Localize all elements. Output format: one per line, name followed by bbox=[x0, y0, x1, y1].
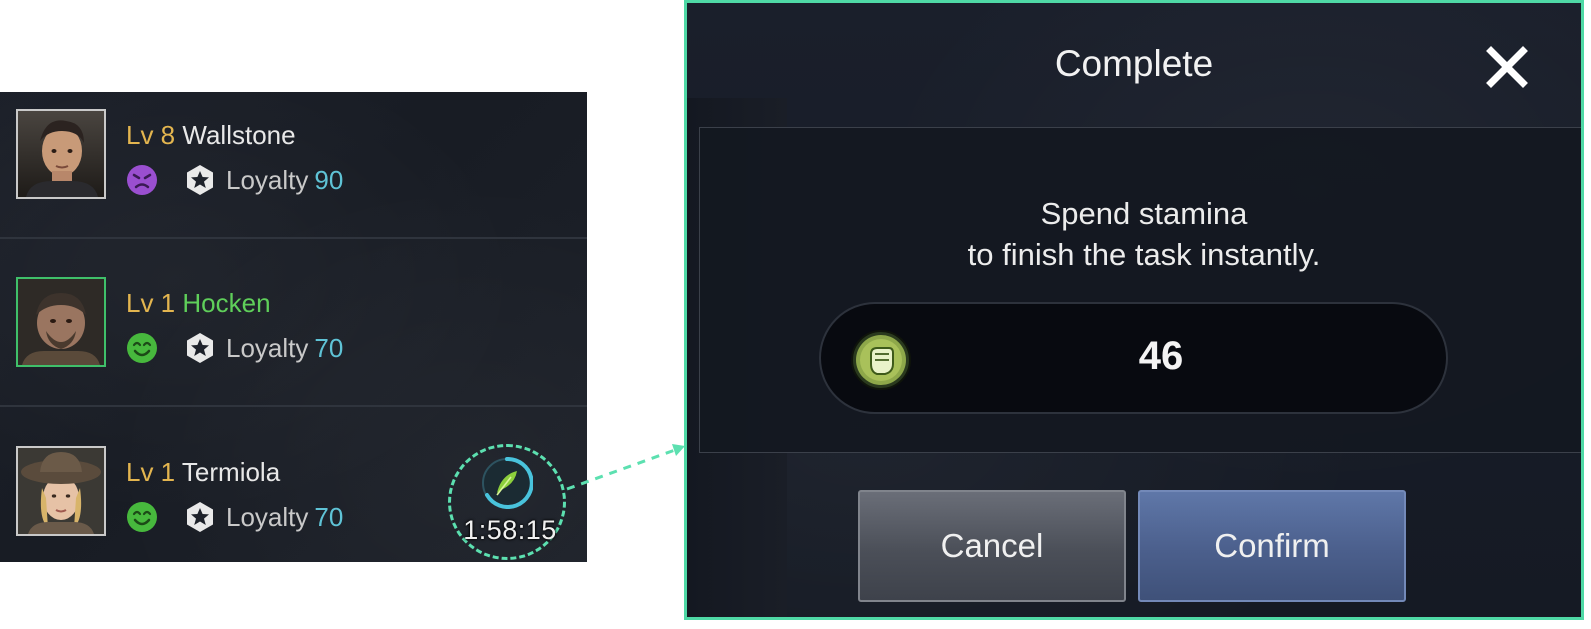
confirm-button-label: Confirm bbox=[1214, 527, 1330, 564]
close-icon[interactable] bbox=[1485, 45, 1529, 89]
hero-portrait[interactable] bbox=[16, 277, 106, 367]
loyalty-label: Loyalty bbox=[226, 501, 309, 532]
dialog-title: Complete bbox=[1054, 43, 1214, 84]
message-line-1: Spend stamina bbox=[1040, 196, 1248, 231]
hero-level: Lv 8 bbox=[126, 120, 176, 150]
confirm-button[interactable]: Confirm bbox=[1138, 490, 1406, 602]
stamina-fist-icon bbox=[851, 330, 911, 390]
hero-name: Termiola bbox=[181, 457, 281, 487]
hero-stats: Loyalty 90 bbox=[126, 163, 343, 197]
hero-name-line: Lv 1 Termiola bbox=[126, 457, 280, 488]
hero-stats: Loyalty 70 bbox=[126, 500, 343, 534]
dialog-content: Spend stamina to finish the task instant… bbox=[699, 127, 1581, 453]
loyalty-badge-icon bbox=[187, 333, 213, 363]
stamina-cost-value: 46 bbox=[1138, 334, 1184, 378]
stamina-cost-display: 46 bbox=[819, 302, 1448, 414]
roster-row-wallstone[interactable]: Lv 8 Wallstone Loyalty 90 bbox=[0, 92, 587, 238]
hero-name-line: Lv 8 Wallstone bbox=[126, 120, 296, 151]
hero-stats: Loyalty 70 bbox=[126, 331, 343, 365]
hero-name: Wallstone bbox=[182, 120, 296, 150]
hero-level: Lv 1 bbox=[126, 288, 176, 318]
hero-level: Lv 1 bbox=[126, 457, 176, 487]
happy-face-icon bbox=[127, 333, 157, 363]
loyalty-label: Loyalty bbox=[226, 164, 309, 195]
message-line-2: to finish the task instantly. bbox=[967, 237, 1321, 272]
hero-portrait[interactable] bbox=[16, 446, 106, 536]
cancel-button-label: Cancel bbox=[940, 527, 1044, 564]
loyalty-value: 70 bbox=[314, 332, 344, 363]
feather-icon bbox=[482, 457, 533, 509]
hero-name-line: Lv 1 Hocken bbox=[126, 288, 271, 319]
hero-portrait[interactable] bbox=[16, 109, 106, 199]
complete-dialog: Complete Spend stamina to finish the tas… bbox=[684, 0, 1584, 620]
loyalty-badge-icon bbox=[187, 502, 213, 532]
roster-row-hocken[interactable]: Lv 1 Hocken Loyalty 70 bbox=[0, 239, 587, 385]
loyalty-label: Loyalty bbox=[226, 332, 309, 363]
task-timer-text: 1:58:15 bbox=[463, 515, 557, 545]
loyalty-value: 90 bbox=[314, 164, 344, 195]
loyalty-value: 70 bbox=[314, 501, 344, 532]
hero-name: Hocken bbox=[182, 288, 271, 318]
happy-face-icon bbox=[127, 502, 157, 532]
angry-face-icon bbox=[127, 165, 157, 195]
cancel-button[interactable]: Cancel bbox=[858, 490, 1126, 602]
task-timer-button[interactable]: 1:58:15 bbox=[448, 444, 566, 560]
loyalty-badge-icon bbox=[187, 165, 213, 195]
